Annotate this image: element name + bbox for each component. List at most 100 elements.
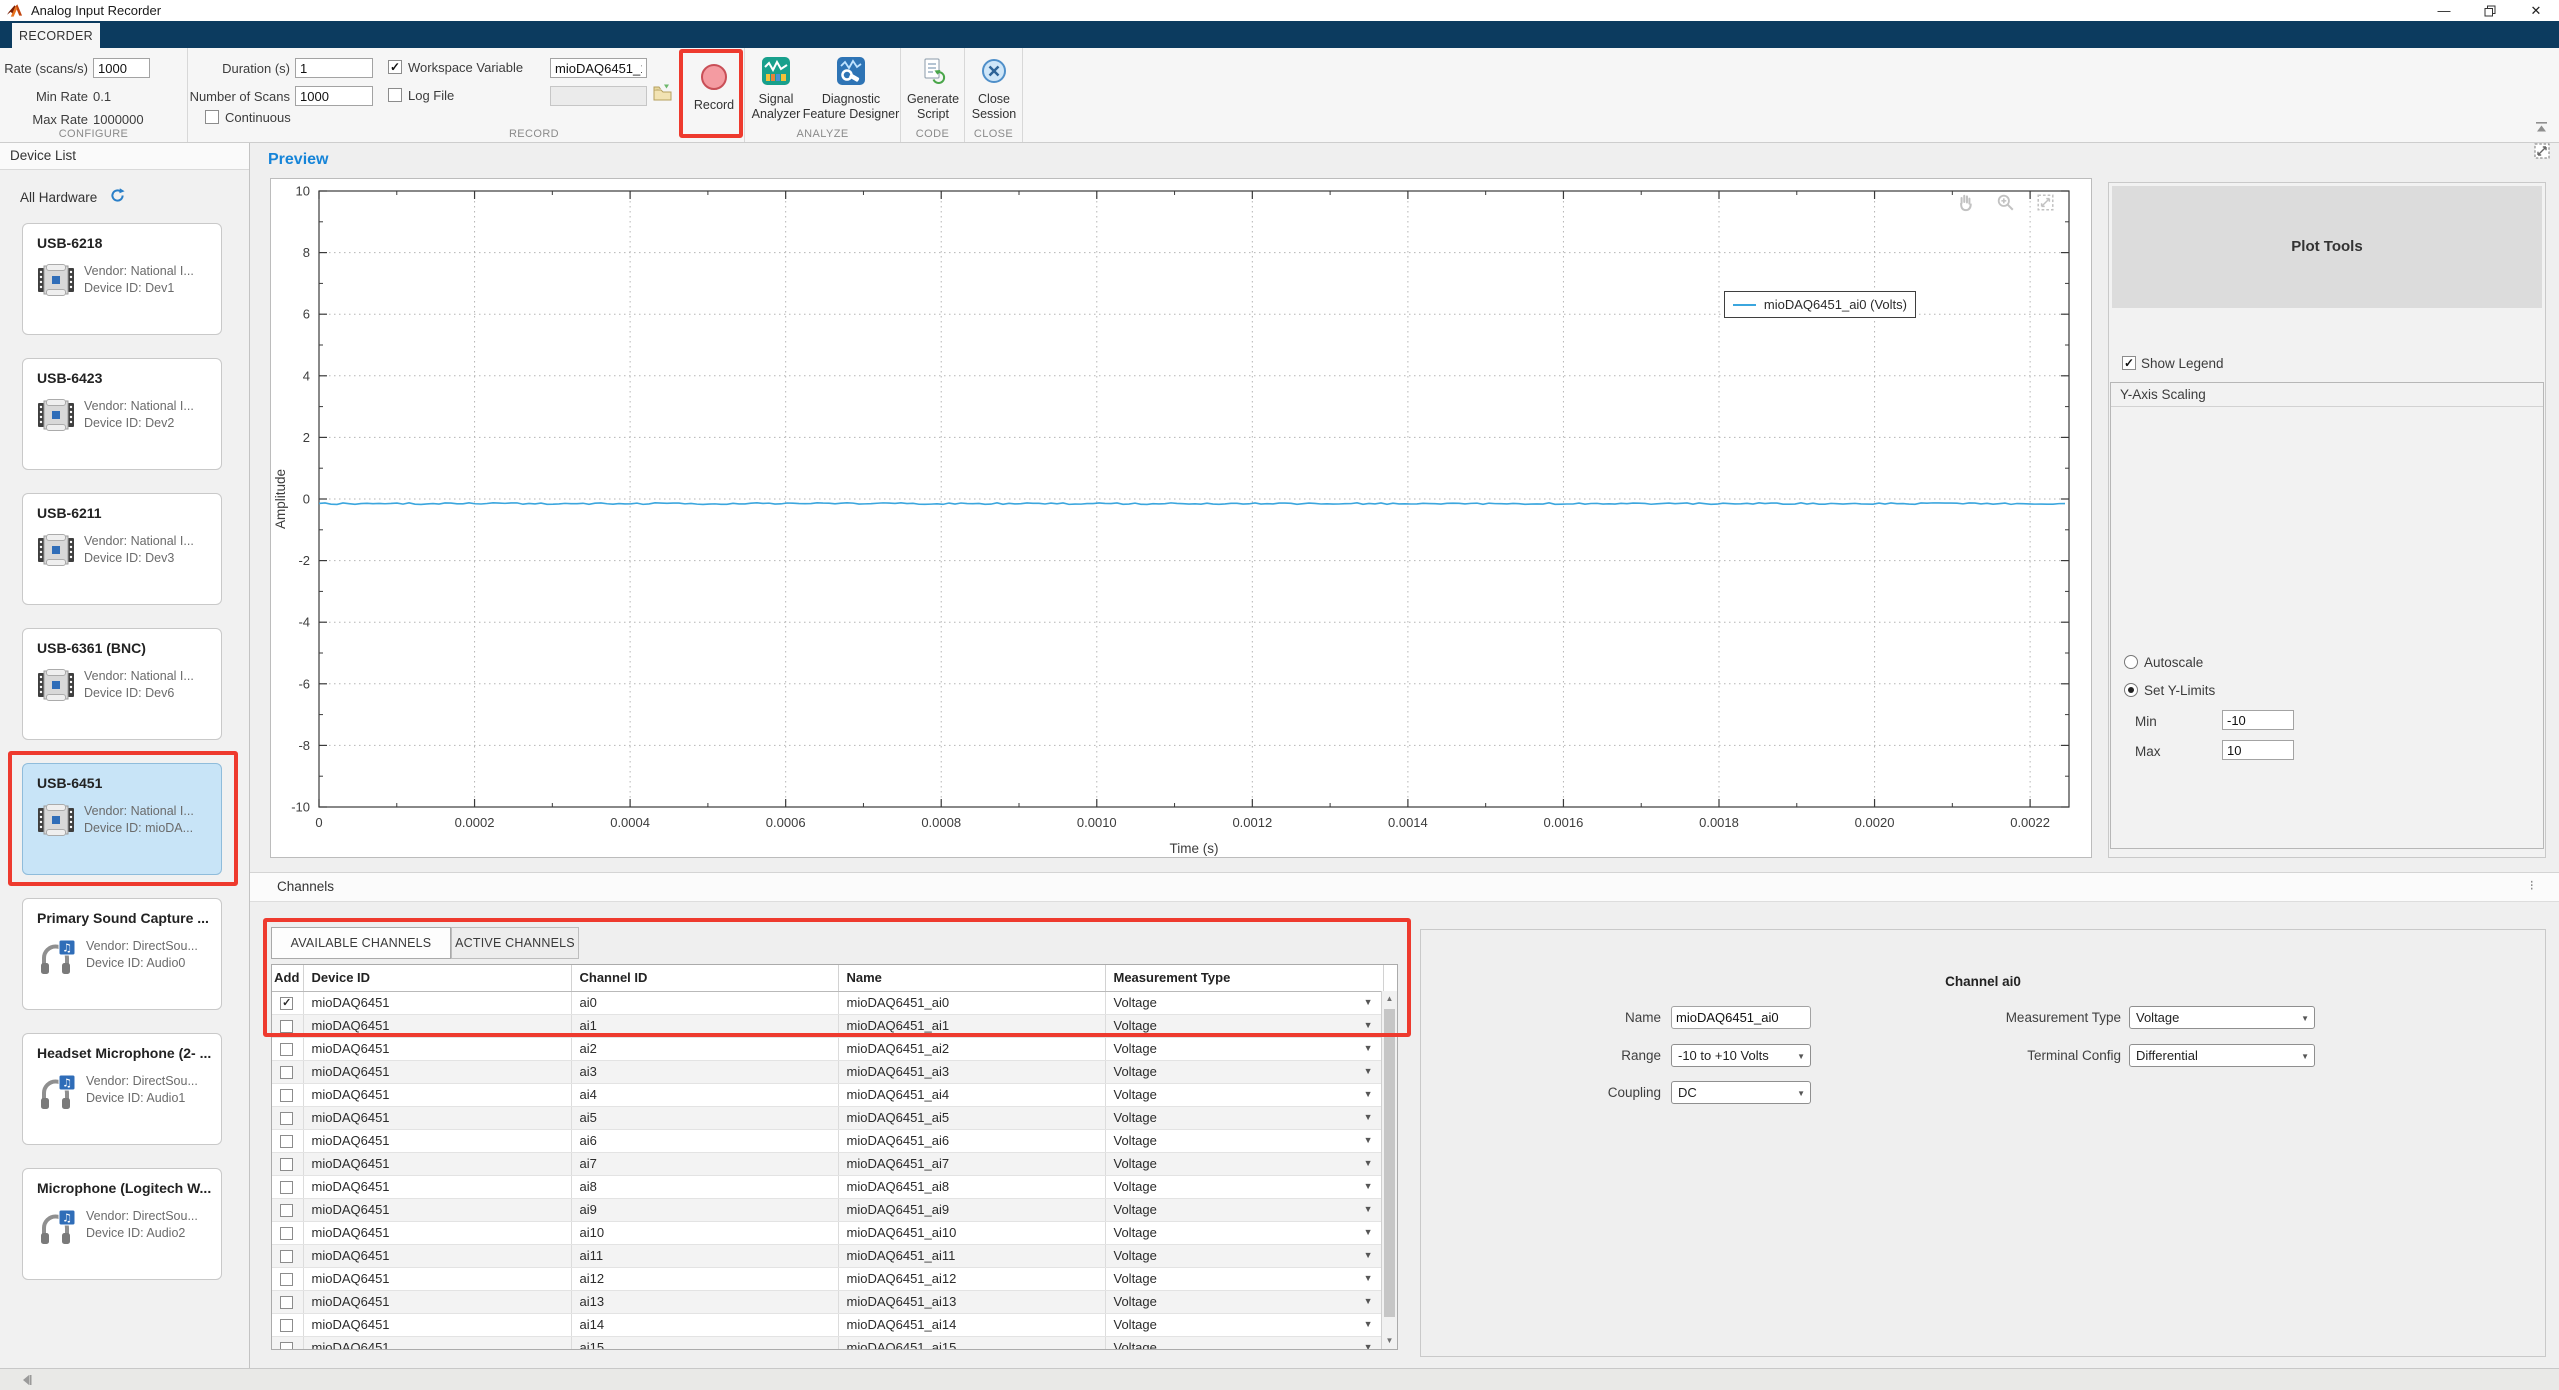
device-card[interactable]: USB-6361 (BNC)Vendor: National I...Devic… xyxy=(22,628,222,740)
column-header[interactable]: Measurement Type xyxy=(1105,965,1383,991)
add-channel-checkbox[interactable] xyxy=(280,1066,293,1079)
set-y-limits-radio[interactable] xyxy=(2124,683,2138,697)
add-channel-checkbox[interactable] xyxy=(280,1319,293,1332)
tab-active-channels[interactable]: ACTIVE CHANNELS xyxy=(451,927,579,959)
add-channel-checkbox[interactable] xyxy=(280,997,293,1010)
table-row[interactable]: mioDAQ6451ai2mioDAQ6451_ai2Voltage▼ xyxy=(272,1037,1383,1060)
workspace-variable-input[interactable] xyxy=(550,58,647,78)
table-row[interactable]: mioDAQ6451ai10mioDAQ6451_ai10Voltage▼ xyxy=(272,1221,1383,1244)
measurement-type-cell[interactable]: Voltage▼ xyxy=(1105,1129,1383,1152)
zoom-in-icon[interactable] xyxy=(1996,193,2015,212)
measurement-type-cell[interactable]: Voltage▼ xyxy=(1105,1313,1383,1336)
table-row[interactable]: mioDAQ6451ai5mioDAQ6451_ai5Voltage▼ xyxy=(272,1106,1383,1129)
add-channel-checkbox[interactable] xyxy=(280,1342,293,1350)
channels-menu-icon[interactable]: ⁝ xyxy=(2530,877,2535,894)
device-card[interactable]: Primary Sound Capture ...♫Vendor: Direct… xyxy=(22,898,222,1010)
add-channel-checkbox[interactable] xyxy=(280,1181,293,1194)
measurement-type-cell[interactable]: Voltage▼ xyxy=(1105,1014,1383,1037)
device-card[interactable]: USB-6211Vendor: National I...Device ID: … xyxy=(22,493,222,605)
collapse-panel-icon[interactable] xyxy=(20,1373,34,1390)
measurement-type-cell[interactable]: Voltage▼ xyxy=(1105,991,1383,1014)
measurement-type-cell[interactable]: Voltage▼ xyxy=(1105,1175,1383,1198)
measurement-type-cell[interactable]: Voltage▼ xyxy=(1105,1290,1383,1313)
measurement-type-cell[interactable]: Voltage▼ xyxy=(1105,1060,1383,1083)
range-dropdown[interactable]: -10 to +10 Volts xyxy=(1671,1044,1811,1067)
add-channel-checkbox[interactable] xyxy=(280,1227,293,1240)
measurement-type-cell[interactable]: Voltage▼ xyxy=(1105,1244,1383,1267)
table-row[interactable]: mioDAQ6451ai14mioDAQ6451_ai14Voltage▼ xyxy=(272,1313,1383,1336)
add-channel-checkbox[interactable] xyxy=(280,1204,293,1217)
table-row[interactable]: mioDAQ6451ai1mioDAQ6451_ai1Voltage▼ xyxy=(272,1014,1383,1037)
log-file-checkbox[interactable] xyxy=(388,88,402,102)
device-card[interactable]: USB-6218Vendor: National I...Device ID: … xyxy=(22,223,222,335)
table-row[interactable]: mioDAQ6451ai4mioDAQ6451_ai4Voltage▼ xyxy=(272,1083,1383,1106)
diagnostic-feature-designer-button[interactable]: Diagnostic Feature Designer xyxy=(801,48,901,122)
add-channel-checkbox[interactable] xyxy=(280,1250,293,1263)
table-row[interactable]: mioDAQ6451ai8mioDAQ6451_ai8Voltage▼ xyxy=(272,1175,1383,1198)
workspace-variable-checkbox[interactable] xyxy=(388,60,402,74)
restore-view-icon[interactable] xyxy=(2036,193,2055,212)
y-min-input[interactable] xyxy=(2222,710,2294,730)
table-row[interactable]: mioDAQ6451ai15mioDAQ6451_ai15Voltage▼ xyxy=(272,1336,1383,1350)
close-session-button[interactable]: Close Session xyxy=(966,48,1022,122)
column-header[interactable]: Add xyxy=(272,965,303,991)
show-legend-checkbox[interactable] xyxy=(2122,356,2136,370)
measurement-type-dropdown[interactable]: Voltage xyxy=(2129,1006,2315,1029)
measurement-type-cell[interactable]: Voltage▼ xyxy=(1105,1037,1383,1060)
table-scrollbar[interactable]: ▲ ▼ xyxy=(1381,991,1397,1349)
table-row[interactable]: mioDAQ6451ai12mioDAQ6451_ai12Voltage▼ xyxy=(272,1267,1383,1290)
pan-icon[interactable] xyxy=(1956,193,1975,212)
number-of-scans-input[interactable] xyxy=(295,86,373,106)
tab-recorder[interactable]: RECORDER xyxy=(12,23,100,48)
table-row[interactable]: mioDAQ6451ai3mioDAQ6451_ai3Voltage▼ xyxy=(272,1060,1383,1083)
device-card[interactable]: Headset Microphone (2- ...♫Vendor: Direc… xyxy=(22,1033,222,1145)
signal-analyzer-button[interactable]: Signal Analyzer xyxy=(745,48,807,122)
channel-name-input[interactable] xyxy=(1671,1006,1811,1029)
add-channel-checkbox[interactable] xyxy=(280,1158,293,1171)
continuous-checkbox[interactable] xyxy=(205,110,219,124)
device-card[interactable]: USB-6423Vendor: National I...Device ID: … xyxy=(22,358,222,470)
measurement-type-cell[interactable]: Voltage▼ xyxy=(1105,1267,1383,1290)
table-row[interactable]: mioDAQ6451ai9mioDAQ6451_ai9Voltage▼ xyxy=(272,1198,1383,1221)
duration-input[interactable] xyxy=(295,58,373,78)
terminal-config-dropdown[interactable]: Differential xyxy=(2129,1044,2315,1067)
add-channel-checkbox[interactable] xyxy=(280,1296,293,1309)
table-row[interactable]: mioDAQ6451ai0mioDAQ6451_ai0Voltage▼ xyxy=(272,991,1383,1014)
rate-input[interactable] xyxy=(93,58,150,78)
scrollbar-down-icon[interactable]: ▼ xyxy=(1382,1333,1397,1349)
autoscale-radio[interactable] xyxy=(2124,655,2138,669)
measurement-type-cell[interactable]: Voltage▼ xyxy=(1105,1152,1383,1175)
tab-available-channels[interactable]: AVAILABLE CHANNELS xyxy=(271,927,451,959)
add-channel-checkbox[interactable] xyxy=(280,1135,293,1148)
y-max-input[interactable] xyxy=(2222,740,2294,760)
add-channel-checkbox[interactable] xyxy=(280,1020,293,1033)
chart-legend[interactable]: mioDAQ6451_ai0 (Volts) xyxy=(1724,291,1916,318)
add-channel-checkbox[interactable] xyxy=(280,1273,293,1286)
add-channel-checkbox[interactable] xyxy=(280,1089,293,1102)
add-channel-checkbox[interactable] xyxy=(280,1112,293,1125)
column-header[interactable]: Channel ID xyxy=(571,965,838,991)
measurement-type-cell[interactable]: Voltage▼ xyxy=(1105,1336,1383,1350)
add-channel-checkbox[interactable] xyxy=(280,1043,293,1056)
minimize-button[interactable]: — xyxy=(2421,0,2467,21)
column-header[interactable]: Name xyxy=(838,965,1105,991)
measurement-type-cell[interactable]: Voltage▼ xyxy=(1105,1083,1383,1106)
measurement-type-cell[interactable]: Voltage▼ xyxy=(1105,1198,1383,1221)
column-header[interactable]: Device ID xyxy=(303,965,571,991)
close-button[interactable]: ✕ xyxy=(2513,0,2559,21)
scrollbar-up-icon[interactable]: ▲ xyxy=(1382,991,1397,1007)
record-button[interactable]: Record xyxy=(686,54,742,138)
panel-expand-icon[interactable] xyxy=(2533,142,2551,165)
scrollbar-thumb[interactable] xyxy=(1384,1009,1395,1317)
log-file-browse-icon[interactable] xyxy=(653,84,672,106)
device-card[interactable]: Microphone (Logitech W...♫Vendor: Direct… xyxy=(22,1168,222,1280)
restore-button[interactable] xyxy=(2467,0,2513,21)
measurement-type-cell[interactable]: Voltage▼ xyxy=(1105,1221,1383,1244)
table-row[interactable]: mioDAQ6451ai13mioDAQ6451_ai13Voltage▼ xyxy=(272,1290,1383,1313)
table-row[interactable]: mioDAQ6451ai6mioDAQ6451_ai6Voltage▼ xyxy=(272,1129,1383,1152)
coupling-dropdown[interactable]: DC xyxy=(1671,1081,1811,1104)
measurement-type-cell[interactable]: Voltage▼ xyxy=(1105,1106,1383,1129)
table-row[interactable]: mioDAQ6451ai7mioDAQ6451_ai7Voltage▼ xyxy=(272,1152,1383,1175)
generate-script-button[interactable]: Generate Script xyxy=(903,48,963,122)
refresh-icon[interactable] xyxy=(109,187,126,207)
